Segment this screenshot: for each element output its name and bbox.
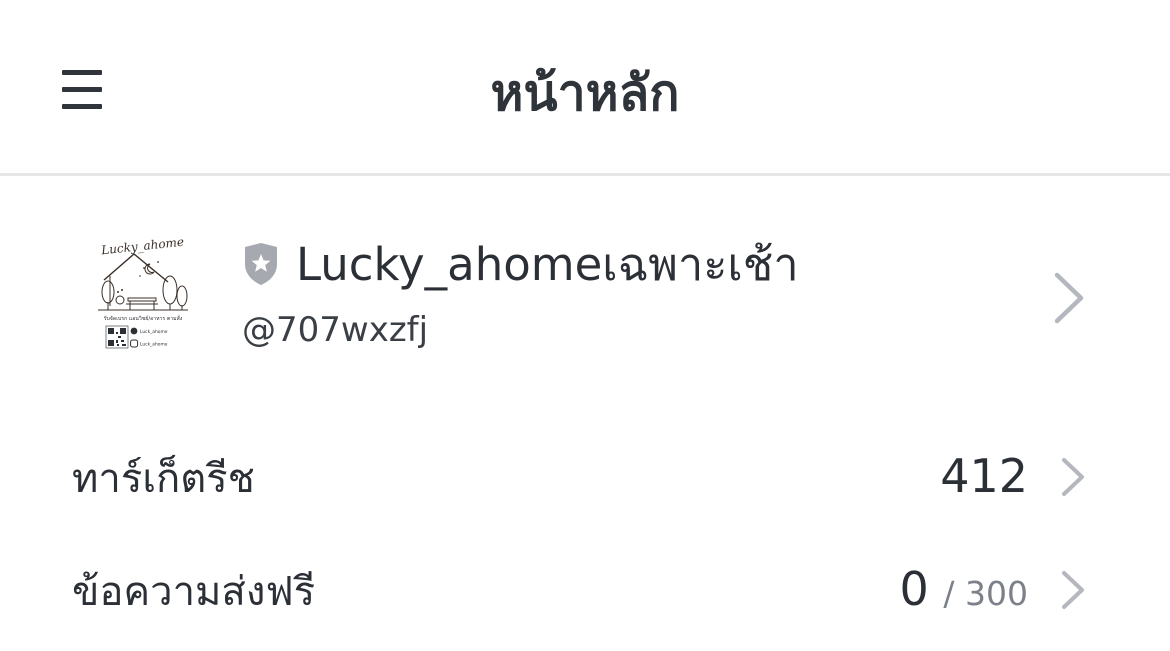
free-messages-value: 0 / 300 — [899, 561, 1028, 622]
free-messages-row[interactable]: ข้อความส่งฟรี 0 / 300 — [0, 541, 1170, 641]
logo-social-handle-2: Luck_ahome — [140, 342, 168, 348]
free-messages-separator: / — [943, 574, 965, 613]
account-name-line: Lucky_ahomeเฉพาะเช้า — [242, 234, 799, 294]
top-bar: หน้าหลัก — [0, 0, 1170, 176]
account-logo: Lucky_ahome รับจัดเบรก แอนวิชย์/อาหาร ตา… — [88, 232, 198, 362]
free-messages-used: 0 — [899, 562, 929, 616]
targeted-reach-count: 412 — [940, 449, 1028, 503]
account-name: Lucky_ahomeเฉพาะเช้า — [296, 238, 799, 291]
page-title: หน้าหลัก — [490, 64, 680, 122]
chevron-right-icon — [1062, 458, 1084, 496]
targeted-reach-row[interactable]: ทาร์เก็ตรีช 412 — [0, 428, 1170, 528]
targeted-reach-label: ทาร์เก็ตรีช — [72, 456, 255, 502]
logo-tagline: รับจัดเบรก แอนวิชย์/อาหาร ตามสั่ง — [104, 315, 183, 322]
chevron-right-icon — [1054, 272, 1084, 324]
account-profile-row[interactable]: Lucky_ahome รับจัดเบรก แอนวิชย์/อาหาร ตา… — [0, 200, 1170, 400]
free-messages-label: ข้อความส่งฟรี — [72, 569, 316, 615]
logo-social-handle-1: Luck_ahome — [140, 329, 168, 335]
qr-code-icon — [105, 325, 129, 349]
app-root: หน้าหลัก Lucky_ahome รับจัดเบรก แอนวิชย์… — [0, 0, 1170, 651]
shield-star-icon — [245, 243, 277, 285]
chevron-right-icon — [1062, 571, 1084, 609]
targeted-reach-value: 412 — [940, 448, 1028, 504]
facebook-icon — [130, 327, 138, 335]
free-messages-total: 300 — [965, 574, 1028, 613]
account-id: @707wxzfj — [242, 310, 429, 350]
